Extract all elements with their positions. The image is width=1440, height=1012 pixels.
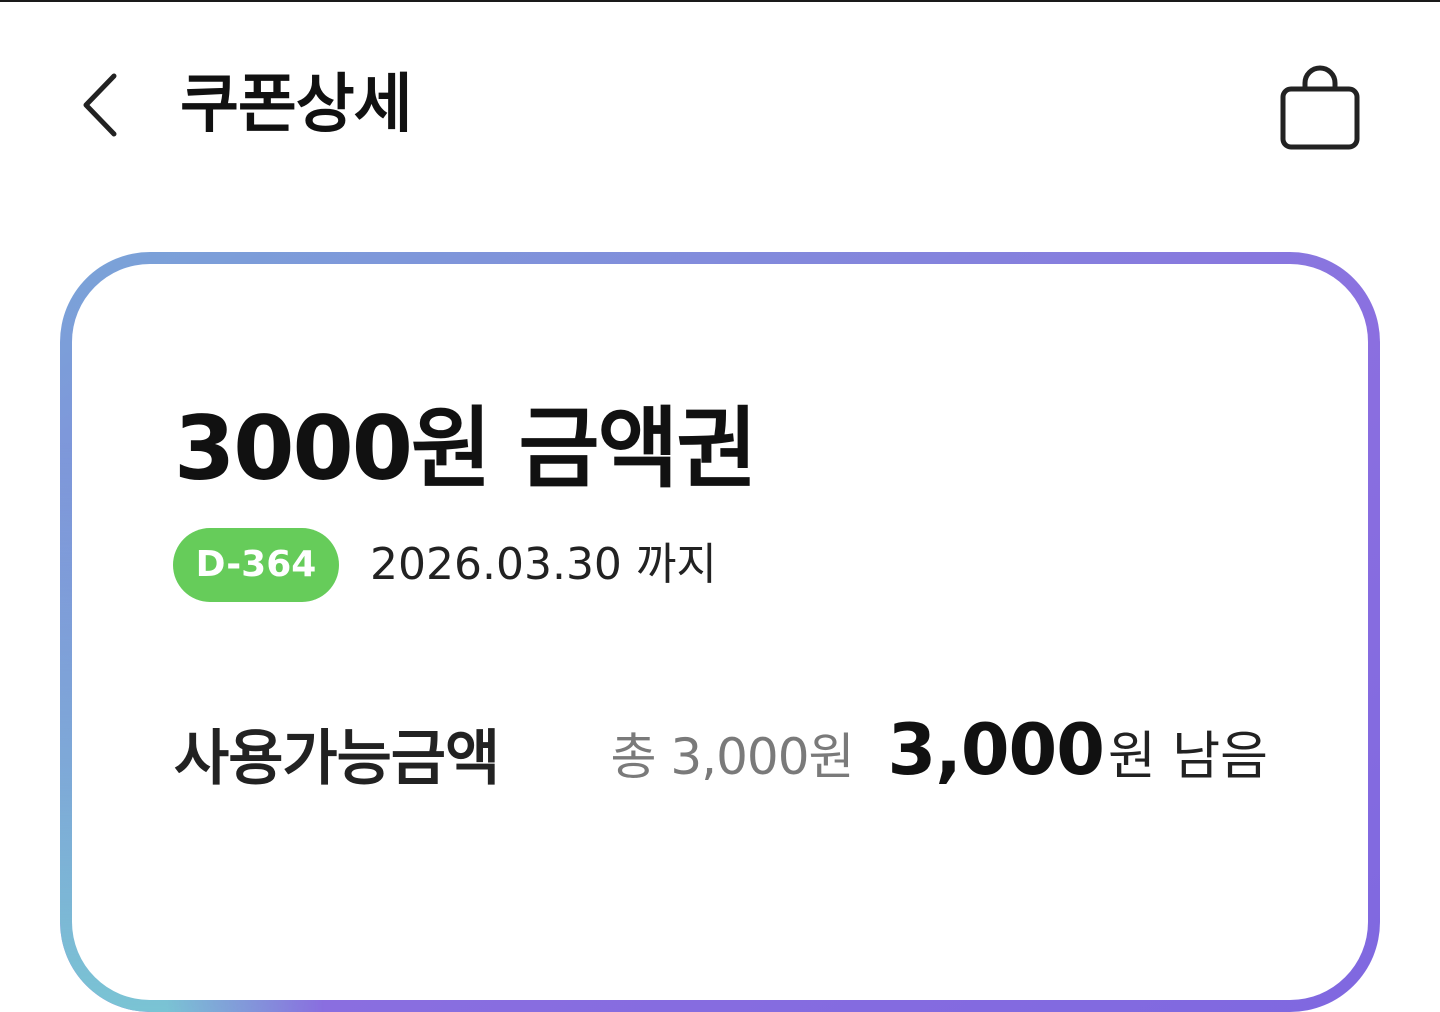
available-amount-label: 사용가능금액	[174, 724, 500, 794]
total-amount: 총 3,000원	[610, 728, 854, 786]
shopping-bag-icon	[1280, 65, 1360, 150]
coupon-name: 3000원 금액권	[174, 397, 757, 500]
cart-button[interactable]	[1270, 56, 1370, 156]
app-header: 쿠폰상세	[0, 2, 1440, 192]
remaining-amount: 3,000	[887, 709, 1105, 791]
remaining-unit: 원 남음	[1107, 727, 1268, 787]
dday-badge: D-364	[173, 528, 339, 602]
back-button[interactable]	[60, 60, 140, 150]
coupon-card-body: 3000원 금액권 D-364 2026.03.30 까지 사용가능금액 총 3…	[72, 264, 1368, 1000]
amount-summary: 총 3,000원 3,000 원 남음	[610, 709, 1268, 799]
page-title: 쿠폰상세	[180, 68, 413, 142]
coupon-card: 3000원 금액권 D-364 2026.03.30 까지 사용가능금액 총 3…	[60, 252, 1380, 1012]
chevron-left-icon	[83, 73, 117, 137]
expiry-date: 2026.03.30 까지	[370, 539, 717, 590]
